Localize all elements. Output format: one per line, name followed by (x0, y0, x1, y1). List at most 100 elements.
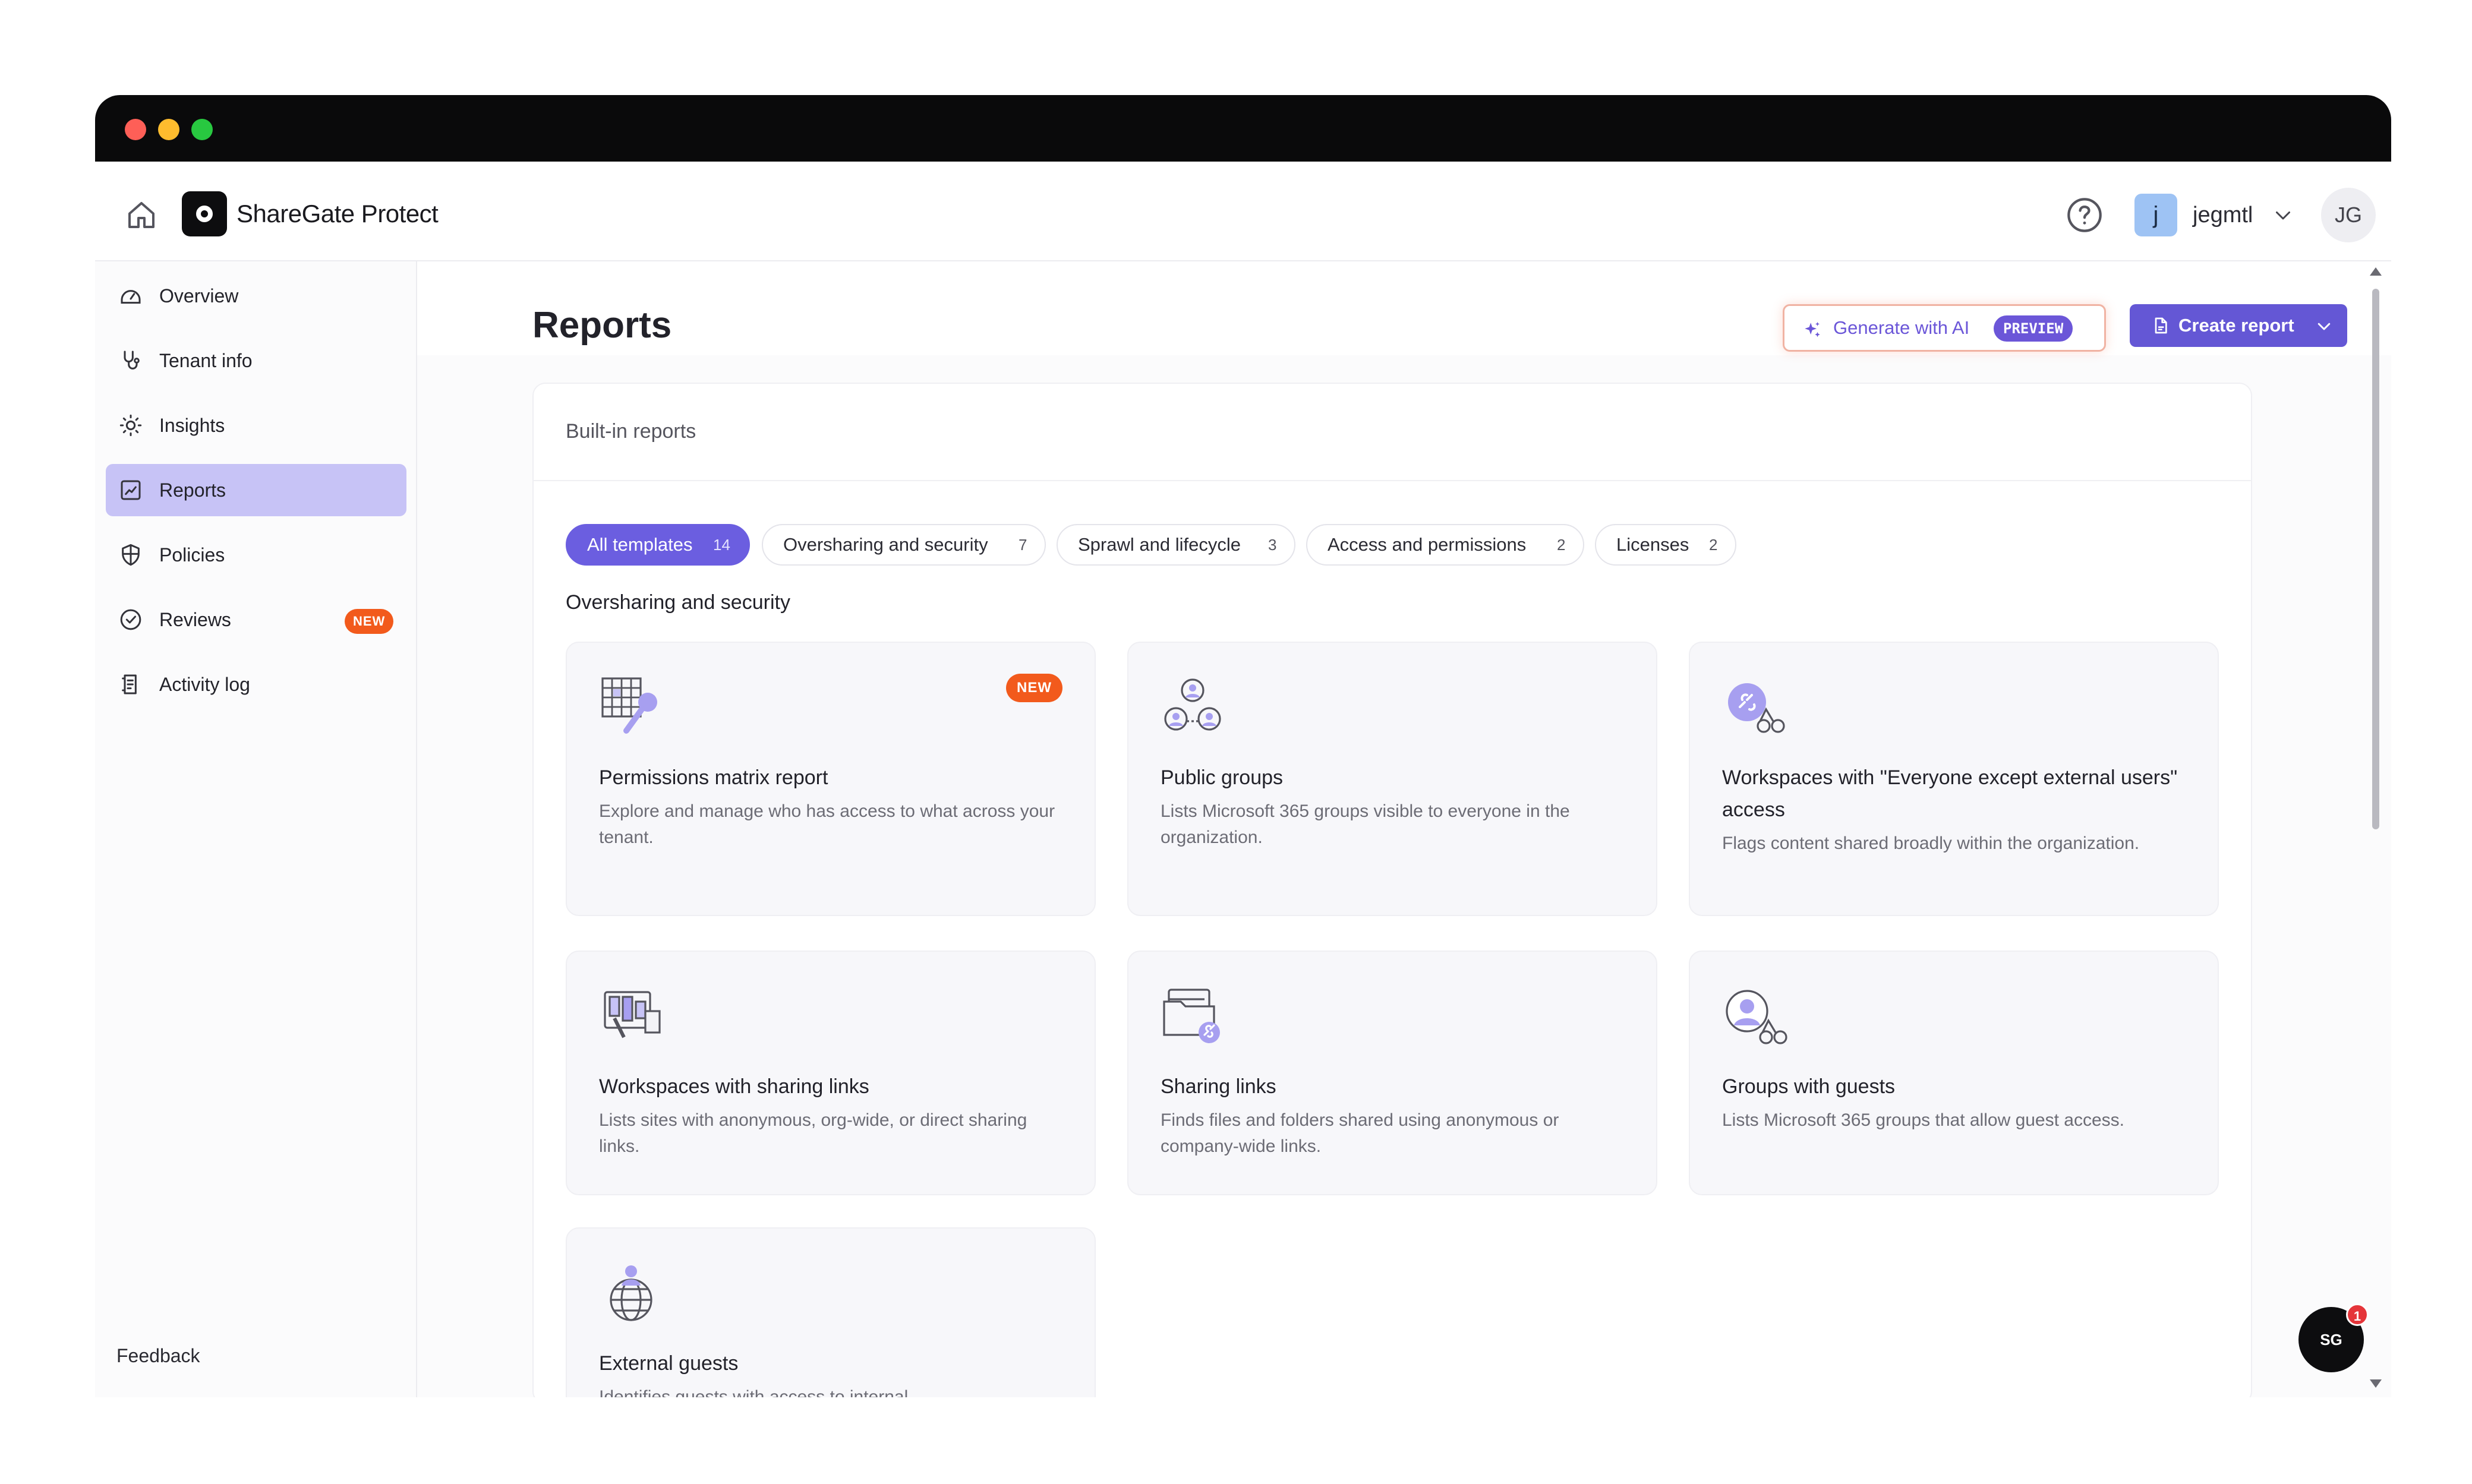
report-card-workspaces-sharing-links[interactable]: Workspaces with sharing links Lists site… (566, 951, 1096, 1195)
sidebar-item-activity-log[interactable]: Activity log (106, 658, 406, 711)
matrix-key-icon (601, 677, 657, 734)
sidebar-item-reports[interactable]: Reports (106, 464, 406, 516)
scrollbar[interactable] (2369, 267, 2383, 1390)
card-description: Flags content shared broadly within the … (1722, 833, 2140, 853)
notification-badge: 1 (2346, 1303, 2369, 1326)
sparkle-icon (1805, 321, 1820, 337)
card-description: Lists sites with anonymous, org-wide, or… (599, 1110, 1027, 1156)
panel-title: Built-in reports (566, 420, 696, 443)
card-title: External guests (599, 1352, 739, 1375)
workspace-links-icon (604, 991, 661, 1038)
chip-label: Oversharing and security (783, 534, 988, 555)
generate-with-ai-button[interactable]: Generate with AI PREVIEW (1783, 304, 2106, 352)
card-description: Identifies guests with access to interna… (599, 1387, 909, 1397)
check-badge-icon (120, 609, 141, 630)
sidebar-item-insights[interactable]: Insights (106, 399, 406, 451)
chip-label: All templates (587, 534, 693, 555)
sidebar-item-label: Policies (159, 544, 225, 566)
card-description: Lists Microsoft 365 groups visible to ev… (1161, 801, 1570, 847)
stethoscope-icon (124, 351, 140, 370)
globe-person-icon (610, 1265, 652, 1321)
panel-header: Built-in reports (534, 384, 2251, 481)
chip-count: 14 (713, 536, 730, 554)
chip-count: 3 (1268, 536, 1277, 554)
scroll-up-arrow[interactable] (2370, 267, 2382, 276)
preview-badge: PREVIEW (1994, 315, 2073, 342)
feedback-link[interactable]: Feedback (116, 1343, 200, 1369)
report-card-public-groups[interactable]: Public groups Lists Microsoft 365 groups… (1127, 642, 1657, 916)
sidebar-item-label: Tenant info (159, 350, 253, 371)
sidebar-item-label: Overview (159, 285, 239, 307)
report-card-sharing-links[interactable]: Sharing links Finds files and folders sh… (1127, 951, 1657, 1195)
document-icon (2155, 317, 2167, 334)
gauge-icon (121, 290, 141, 304)
report-card-everyone-except-external[interactable]: Workspaces with "Everyone except externa… (1689, 642, 2219, 916)
card-title: Permissions matrix report (599, 766, 828, 789)
chevron-down-icon[interactable] (2272, 204, 2294, 226)
app-title[interactable]: ShareGate Protect (237, 192, 439, 235)
card-description: Finds files and folders shared using ano… (1161, 1110, 1559, 1156)
app-window: ShareGate Protect j jegmtl JG Overview T… (95, 95, 2391, 1397)
people-group-icon (1164, 678, 1221, 731)
sidebar-item-label: Reports (159, 479, 226, 501)
lightbulb-icon (119, 414, 142, 437)
sidebar: Overview Tenant info Insights Reports Po… (95, 261, 417, 1397)
filter-chip-oversharing-security[interactable]: Oversharing and security 7 (762, 524, 1046, 566)
shield-icon (122, 544, 140, 566)
chip-count: 7 (1019, 536, 1027, 554)
sidebar-item-label: Insights (159, 415, 225, 436)
generate-with-ai-label: Generate with AI (1833, 317, 1970, 338)
card-title: Workspaces with sharing links (599, 1075, 869, 1098)
page-title: Reports (532, 305, 672, 346)
folder-link-icon (1163, 989, 1220, 1043)
sidebar-item-policies[interactable]: Policies (106, 529, 406, 581)
sidebar-item-overview[interactable]: Overview (106, 270, 406, 322)
new-badge: NEW (1006, 674, 1062, 702)
app-logo[interactable] (182, 191, 227, 236)
tenant-avatar[interactable]: j (2134, 194, 2177, 236)
card-title: Workspaces with "Everyone except externa… (1722, 766, 2178, 821)
report-card-permissions-matrix[interactable]: NEW Permissions matrix report Explore an… (566, 642, 1096, 916)
card-title: Sharing links (1161, 1075, 1276, 1098)
filter-chip-access-permissions[interactable]: Access and permissions 2 (1306, 524, 1584, 566)
main-content: Reports Generate with AI PREVIEW Create … (418, 261, 2391, 1397)
chip-label: Sprawl and lifecycle (1078, 534, 1241, 555)
section-title: Oversharing and security (566, 591, 790, 614)
report-card-groups-with-guests[interactable]: Groups with guests Lists Microsoft 365 g… (1689, 951, 2219, 1195)
sidebar-item-label: Reviews (159, 609, 231, 630)
link-people-icon (1728, 683, 1785, 733)
user-avatar[interactable]: JG (2321, 188, 2376, 242)
report-icon (121, 480, 141, 500)
create-report-button[interactable]: Create report (2130, 304, 2347, 347)
create-report-label: Create report (2178, 315, 2294, 336)
chat-launcher-label: SG (2320, 1331, 2342, 1349)
home-icon[interactable] (124, 197, 159, 233)
chip-label: Access and permissions (1328, 534, 1527, 555)
sidebar-item-reviews[interactable]: Reviews NEW (106, 593, 406, 646)
tenant-name[interactable]: jegmtl (2193, 194, 2253, 236)
clipboard-icon (122, 674, 137, 694)
close-window-button[interactable] (125, 119, 146, 140)
minimize-window-button[interactable] (158, 119, 179, 140)
help-icon[interactable] (2066, 196, 2104, 234)
chip-label: Licenses (1616, 534, 1689, 555)
sidebar-item-tenant-info[interactable]: Tenant info (106, 334, 406, 387)
chip-count: 2 (1557, 536, 1566, 554)
window-titlebar (95, 95, 2391, 162)
card-description: Explore and manage who has access to wha… (599, 801, 1055, 847)
chat-launcher-button[interactable]: SG 1 (2298, 1303, 2369, 1372)
scrollbar-thumb[interactable] (2372, 289, 2379, 829)
built-in-reports-panel: Built-in reports All templates 14 Oversh… (532, 383, 2252, 1397)
report-card-external-guests[interactable]: External guests Identifies guests with a… (566, 1227, 1096, 1397)
card-title: Groups with guests (1722, 1075, 1896, 1098)
new-badge: NEW (345, 609, 394, 634)
maximize-window-button[interactable] (191, 119, 213, 140)
scroll-down-arrow[interactable] (2370, 1379, 2382, 1388)
chevron-down-icon[interactable] (2315, 317, 2333, 335)
filter-chip-all-templates[interactable]: All templates 14 (566, 524, 750, 566)
guest-group-icon (1726, 990, 1787, 1044)
chip-count: 2 (1709, 536, 1718, 554)
filter-chip-sprawl-lifecycle[interactable]: Sprawl and lifecycle 3 (1057, 524, 1295, 566)
filter-chip-licenses[interactable]: Licenses 2 (1595, 524, 1736, 566)
card-title: Public groups (1161, 766, 1284, 789)
